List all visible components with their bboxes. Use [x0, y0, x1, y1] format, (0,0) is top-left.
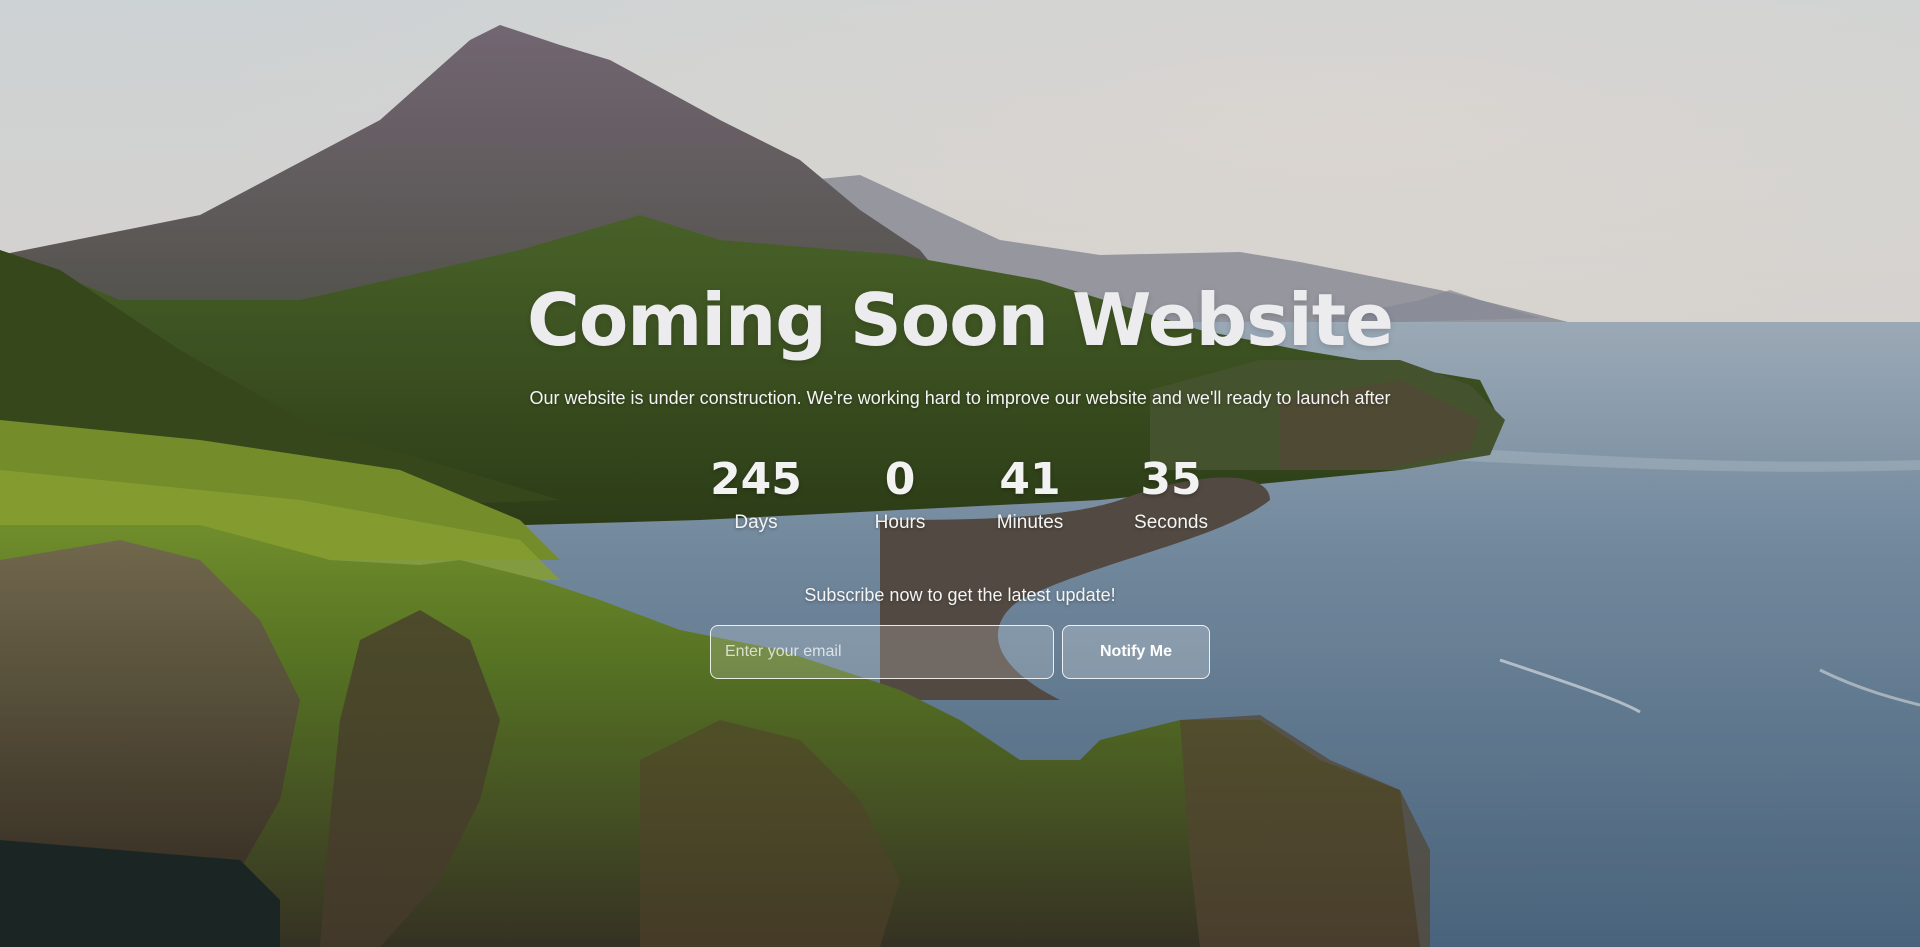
countdown-minutes-label: Minutes: [996, 512, 1064, 533]
page-title: Coming Soon Website: [527, 278, 1394, 362]
countdown-days: 245 Days: [686, 452, 826, 536]
countdown-minutes: 41 Minutes: [960, 452, 1100, 536]
subscribe-heading: Subscribe now to get the latest update!: [804, 585, 1116, 605]
notify-me-button[interactable]: Notify Me: [1062, 625, 1210, 679]
countdown-days-value: 245: [710, 454, 802, 505]
countdown-seconds-label: Seconds: [1134, 512, 1208, 533]
countdown-timer: 245 Days 0 Hours 41 Minutes 35 Seconds: [0, 452, 1920, 548]
countdown-hours-label: Hours: [874, 512, 926, 533]
countdown-hours-value: 0: [884, 454, 916, 505]
page-subtitle: Our website is under construction. We're…: [529, 388, 1391, 408]
countdown-hours: 0 Hours: [830, 452, 970, 536]
coming-soon-page: Coming Soon Website Our website is under…: [0, 0, 1920, 947]
subscribe-form: Notify Me: [710, 625, 1210, 679]
countdown-days-label: Days: [734, 512, 778, 533]
countdown-seconds-value: 35: [1140, 454, 1202, 505]
countdown-seconds: 35 Seconds: [1101, 452, 1241, 536]
countdown-minutes-value: 41: [999, 454, 1061, 505]
hero-content: Coming Soon Website Our website is under…: [0, 0, 1920, 947]
email-input[interactable]: [710, 625, 1054, 679]
